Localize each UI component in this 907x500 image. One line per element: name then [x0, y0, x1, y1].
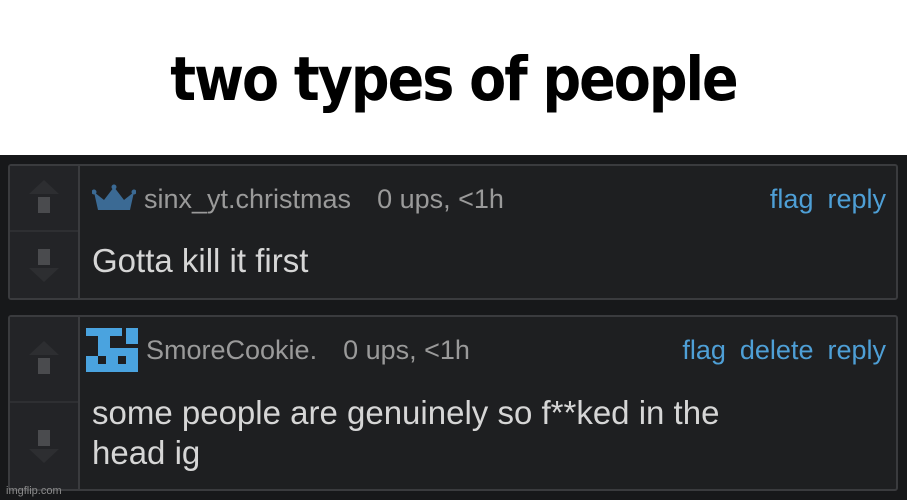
downvote-icon [29, 430, 59, 463]
vote-column [10, 166, 80, 298]
comment-text-line: head ig [92, 434, 201, 471]
comment-header: sinx_yt.christmas 0 ups, <1h flag reply [92, 166, 886, 232]
downvote-button[interactable] [10, 232, 78, 298]
upvote-button[interactable] [10, 166, 78, 232]
upvote-icon [29, 180, 59, 213]
comment-text: some people are genuinely so f**ked in t… [92, 393, 884, 473]
comment-username[interactable]: sinx_yt.christmas [144, 184, 351, 215]
downvote-icon [29, 249, 59, 282]
comment-1: sinx_yt.christmas 0 ups, <1h flag reply … [8, 164, 898, 300]
delete-link[interactable]: delete [740, 335, 814, 366]
vote-column [10, 317, 80, 489]
comment-header: SmoreCookie. 0 ups, <1h flag delete repl… [86, 317, 886, 383]
comments-panel: sinx_yt.christmas 0 ups, <1h flag reply … [0, 155, 907, 500]
crown-icon [92, 184, 136, 210]
caption-text: two types of people [170, 44, 738, 115]
comment-text-line: some people are genuinely so f**ked in t… [92, 394, 720, 431]
upvote-button[interactable] [10, 317, 78, 403]
upvote-icon [29, 341, 59, 374]
imgflip-watermark: imgflip.com [6, 485, 62, 497]
flag-link[interactable]: flag [682, 335, 726, 366]
reply-link[interactable]: reply [827, 335, 886, 366]
comment-meta: 0 ups, <1h [377, 183, 504, 214]
flag-link[interactable]: flag [770, 184, 814, 215]
comment-username[interactable]: SmoreCookie. [146, 335, 317, 366]
downvote-button[interactable] [10, 403, 78, 489]
reply-link[interactable]: reply [827, 184, 886, 215]
comment-text: Gotta kill it first [92, 242, 309, 279]
pixel-avatar-icon [86, 328, 138, 372]
comment-2: SmoreCookie. 0 ups, <1h flag delete repl… [8, 315, 898, 491]
meme-caption: two types of people [0, 0, 907, 155]
comment-meta: 0 ups, <1h [343, 334, 470, 365]
